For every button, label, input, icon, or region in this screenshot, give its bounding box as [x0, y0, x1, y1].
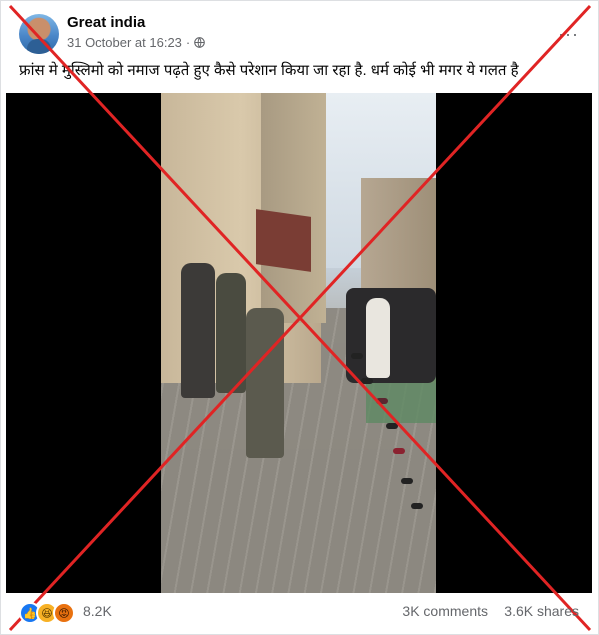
globe-icon	[194, 37, 206, 48]
timestamp[interactable]: 31 October at 16:23	[67, 35, 182, 50]
reaction-icons[interactable]: 👍 😆 😡	[19, 602, 75, 624]
comments-count[interactable]: 3K comments	[402, 603, 488, 619]
author-name[interactable]: Great india	[67, 14, 145, 31]
meta-separator: ·	[185, 35, 191, 50]
more-options-icon[interactable]: ···	[558, 24, 579, 45]
post-caption: फ्रांस मे मुस्लिमो को नमाज पढ़ते हुए कैस…	[19, 62, 519, 79]
angry-icon: 😡	[53, 602, 75, 624]
reaction-count[interactable]: 8.2K	[83, 603, 112, 619]
shares-count[interactable]: 3.6K shares	[504, 603, 579, 619]
avatar[interactable]	[19, 14, 59, 54]
post-meta: 31 October at 16:23 ·	[67, 35, 206, 50]
video-frame	[161, 93, 436, 593]
video-player[interactable]	[6, 93, 592, 593]
post-footer: 👍 😆 😡 8.2K 3K comments 3.6K shares	[19, 600, 579, 624]
post-header: Great india 31 October at 16:23 · ···	[19, 12, 579, 56]
